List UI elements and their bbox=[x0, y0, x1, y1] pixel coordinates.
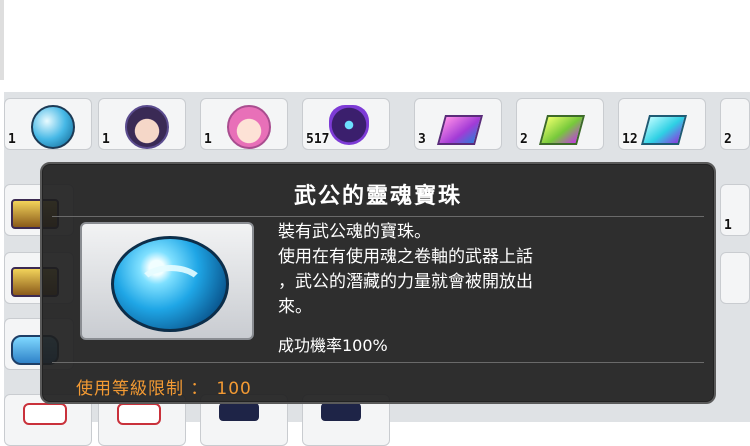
slot-quantity: 1 bbox=[8, 132, 16, 147]
inventory-slot[interactable] bbox=[720, 252, 750, 304]
star-box-icon bbox=[321, 403, 361, 421]
star-box-icon bbox=[219, 403, 259, 421]
inventory-slot[interactable]: 1 bbox=[720, 184, 750, 236]
slot-quantity: 12 bbox=[622, 132, 638, 147]
divider bbox=[52, 216, 704, 217]
green-gem-icon bbox=[538, 115, 586, 145]
item-icon-frame bbox=[80, 222, 254, 340]
blank-area bbox=[0, 0, 750, 92]
requirement-value: 100 bbox=[216, 379, 252, 399]
gloved-orb-icon bbox=[31, 105, 75, 149]
success-rate: 成功機率100% bbox=[278, 336, 388, 355]
inventory-slot[interactable]: 2 bbox=[516, 98, 604, 150]
slot-quantity: 2 bbox=[520, 132, 528, 147]
tooltip-title: 武公的靈魂寶珠 bbox=[293, 184, 462, 209]
left-edge bbox=[0, 0, 4, 80]
slot-quantity: 517 bbox=[306, 132, 330, 147]
inventory-slot[interactable]: 1 bbox=[98, 98, 186, 150]
inventory-slot[interactable]: 1 bbox=[4, 98, 92, 150]
purple-mask-icon bbox=[329, 105, 369, 145]
blue-soul-orb-icon bbox=[111, 236, 229, 332]
slot-quantity: 3 bbox=[418, 132, 426, 147]
slot-quantity: 1 bbox=[724, 218, 732, 233]
slot-quantity: 1 bbox=[102, 132, 110, 147]
item-tooltip: 武公的靈魂寶珠 裝有武公魂的寶珠。 使用在有使用魂之卷軸的武器上話 ，武公的潛藏… bbox=[40, 162, 716, 404]
inventory-slot[interactable]: 2 bbox=[720, 98, 750, 150]
inventory-slot[interactable]: 1 bbox=[200, 98, 288, 150]
item-description: 裝有武公魂的寶珠。 使用在有使用魂之卷軸的武器上話 ，武公的潛藏的力量就會被開放… bbox=[278, 222, 533, 317]
divider bbox=[52, 362, 704, 363]
slot-quantity: 2 bbox=[724, 132, 732, 147]
inventory-slot[interactable]: 12 bbox=[618, 98, 706, 150]
requirement-label: 使用等級限制 ： bbox=[76, 379, 209, 399]
dark-hair-face-icon bbox=[125, 105, 169, 149]
inventory-slot[interactable]: 517 bbox=[302, 98, 390, 150]
cyan-gem-icon bbox=[640, 115, 688, 145]
pink-gem-icon bbox=[436, 115, 484, 145]
slot-quantity: 1 bbox=[204, 132, 212, 147]
level-requirement: 使用等級限制 ： 100 bbox=[76, 374, 252, 399]
pink-hair-face-icon bbox=[227, 105, 271, 149]
inventory-slot[interactable]: 3 bbox=[414, 98, 502, 150]
